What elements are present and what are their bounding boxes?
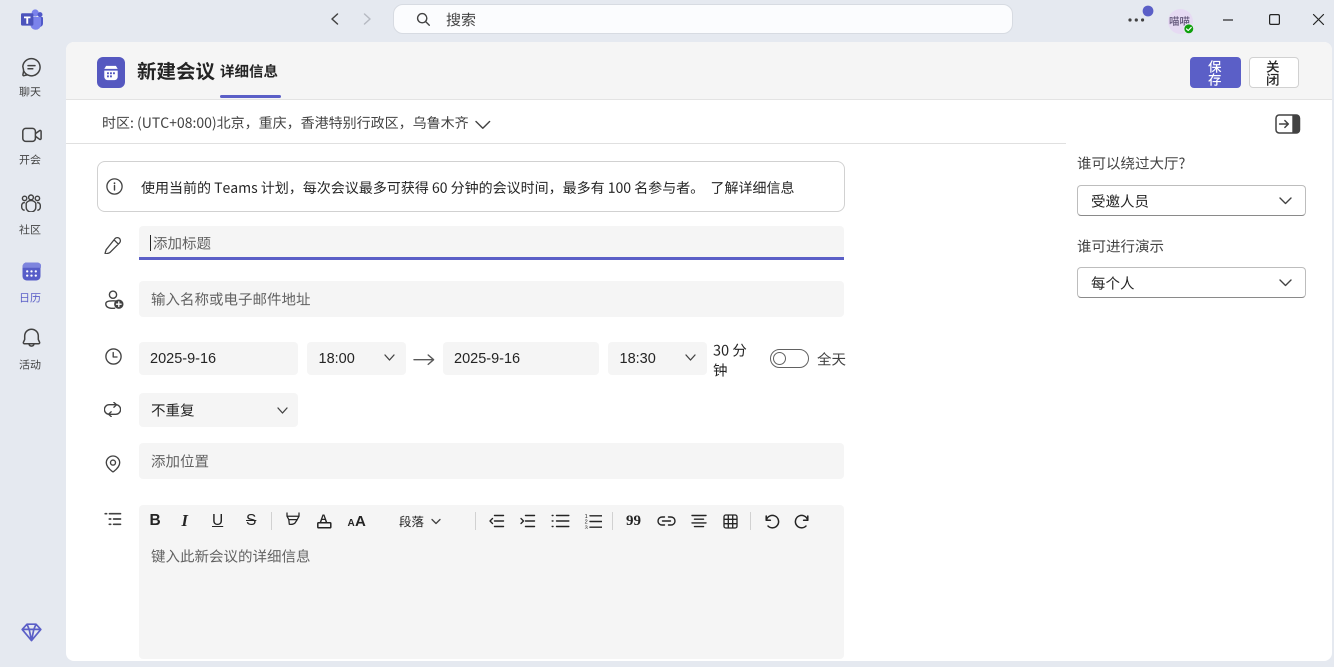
svg-text:3: 3 bbox=[584, 525, 587, 529]
